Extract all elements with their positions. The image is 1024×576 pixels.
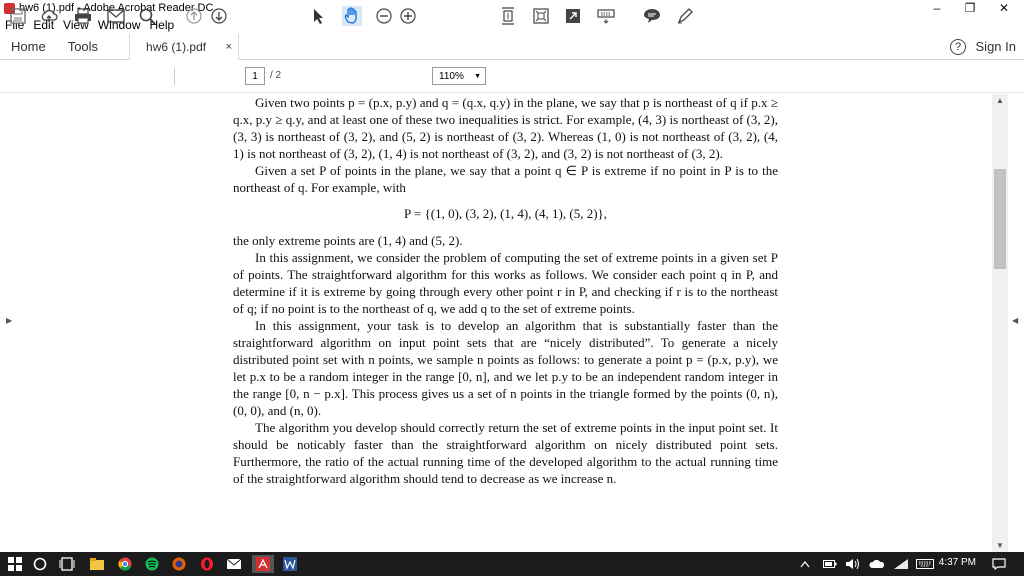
close-tab-icon[interactable]: × [226, 41, 232, 53]
firefox-icon[interactable] [172, 555, 186, 573]
right-panel-toggle-icon[interactable]: ◀ [1012, 316, 1018, 325]
save-icon[interactable] [10, 7, 26, 25]
sign-in-link[interactable]: Sign In [976, 39, 1016, 54]
scroll-up-icon[interactable]: ▲ [996, 96, 1004, 105]
close-window-button[interactable]: ✕ [989, 0, 1019, 16]
toolbar-divider [174, 68, 175, 85]
taskbar-clock[interactable]: 4:37 PM [939, 557, 976, 568]
help-icon[interactable]: ? [950, 39, 966, 55]
windows-taskbar: 4:37 PM [0, 552, 1024, 576]
tab-tools[interactable]: Tools [57, 34, 109, 60]
wifi-icon[interactable] [893, 555, 909, 573]
keyboard-icon[interactable] [597, 7, 615, 25]
keyboard-icon[interactable] [916, 555, 934, 573]
pdf-page: Given two points p = (p.x, p.y) and q = … [120, 94, 890, 552]
paragraph-extreme: Given a set P of points in the plane, we… [233, 163, 778, 195]
scroll-down-icon[interactable]: ▼ [996, 541, 1004, 550]
hand-tool-icon[interactable] [342, 6, 362, 26]
paragraph-northeast: Given two points p = (p.x, p.y) and q = … [233, 95, 778, 161]
cloud-upload-icon[interactable] [40, 7, 58, 25]
page-text: Given two points p = (p.x, p.y) and q = … [233, 94, 778, 487]
highlight-pen-icon[interactable] [676, 7, 694, 25]
volume-icon[interactable] [845, 555, 861, 573]
page-up-icon[interactable] [186, 7, 202, 25]
select-cursor-icon[interactable] [313, 7, 325, 25]
spotify-icon[interactable] [145, 555, 159, 573]
display-equation: P = {(1, 0), (3, 2), (1, 4), (4, 1), (5,… [403, 206, 608, 221]
print-icon[interactable] [74, 7, 92, 25]
chevron-up-icon[interactable] [800, 555, 810, 573]
paragraph-straightforward: In this assignment, we consider the prob… [233, 250, 778, 316]
vertical-scrollbar[interactable]: ▲ ▼ [992, 94, 1008, 552]
word-icon[interactable] [283, 555, 297, 573]
paragraph-requirements: The algorithm you develop should correct… [233, 420, 778, 486]
battery-icon[interactable] [823, 555, 837, 573]
rotate-icon[interactable] [533, 7, 549, 25]
chrome-icon[interactable] [118, 555, 132, 573]
tab-document[interactable]: hw6 (1).pdf × [129, 33, 240, 60]
opera-icon[interactable] [200, 555, 214, 573]
document-viewport[interactable]: Given two points p = (p.x, p.y) and q = … [0, 94, 1024, 552]
search-icon[interactable] [139, 7, 156, 25]
tab-home[interactable]: Home [0, 34, 57, 60]
page-down-icon[interactable] [211, 7, 227, 25]
zoom-out-icon[interactable] [376, 7, 392, 25]
file-explorer-icon[interactable] [90, 555, 104, 573]
toolbar [0, 61, 1024, 93]
left-panel-toggle-icon[interactable]: ▶ [6, 316, 12, 325]
document-tab-label: hw6 (1).pdf [146, 39, 207, 54]
zoom-select[interactable]: 110% ▼ [432, 67, 486, 85]
restore-button[interactable]: ❐ [955, 0, 985, 16]
tab-bar: Home Tools hw6 (1).pdf × ? Sign In [0, 33, 1024, 60]
chevron-down-icon: ▼ [474, 72, 481, 80]
fullscreen-icon[interactable] [565, 7, 581, 25]
notification-icon[interactable] [992, 555, 1006, 573]
acrobat-icon[interactable] [252, 555, 274, 573]
scrollbar-thumb[interactable] [994, 169, 1006, 269]
onedrive-icon[interactable] [869, 555, 885, 573]
page-total-label: / 2 [270, 70, 282, 81]
page-number-input[interactable]: 1 [245, 67, 265, 85]
paragraph-extreme-result: the only extreme points are (1, 4) and (… [233, 233, 463, 248]
task-view-icon[interactable] [59, 555, 75, 573]
cortana-icon[interactable] [33, 555, 47, 573]
zoom-in-icon[interactable] [400, 7, 416, 25]
minimize-button[interactable]: – [922, 0, 952, 16]
zoom-value: 110% [439, 70, 464, 82]
mail-icon[interactable] [227, 555, 241, 573]
fit-page-icon[interactable] [500, 7, 516, 25]
email-icon[interactable] [107, 7, 125, 25]
paragraph-task: In this assignment, your task is to deve… [233, 318, 778, 418]
windows-start-icon[interactable] [8, 555, 22, 573]
comment-icon[interactable] [643, 7, 661, 25]
